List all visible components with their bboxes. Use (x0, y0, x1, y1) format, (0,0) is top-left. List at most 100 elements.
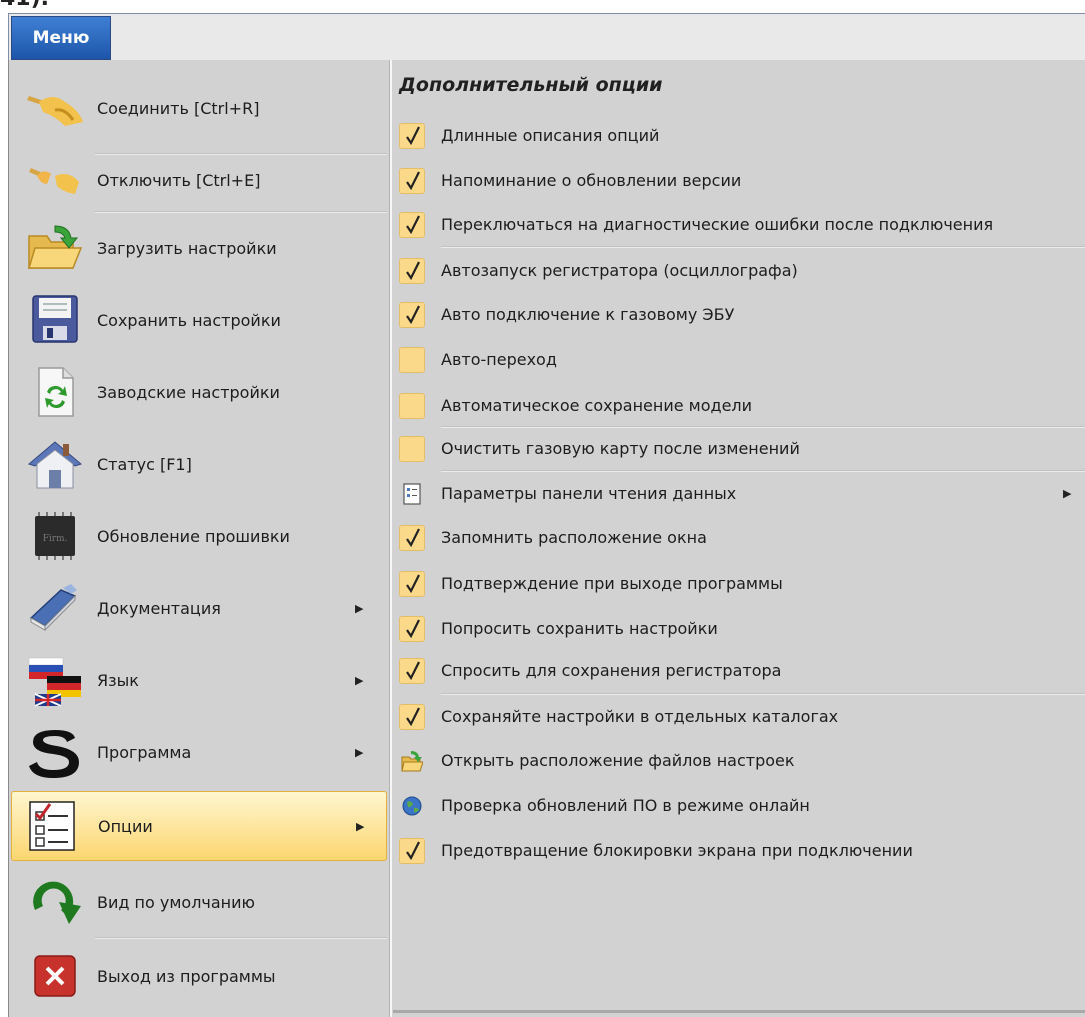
option-label: Автозапуск регистратора (осциллографа) (441, 261, 798, 280)
checkmark-icon (406, 707, 420, 727)
checkbox[interactable] (399, 436, 425, 462)
menu-item-label: Программа (97, 742, 192, 762)
menu-item-label: Заводские настройки (97, 382, 280, 402)
checkmark-icon (406, 619, 420, 639)
checkbox[interactable] (399, 168, 425, 194)
option-save-settings-separate-dirs[interactable]: Сохраняйте настройки в отдельных каталог… (399, 697, 1085, 737)
option-label: Проверка обновлений ПО в режиме онлайн (441, 796, 810, 815)
menu-item-load-settings[interactable]: Загрузить настройки (11, 212, 387, 284)
checkmark-icon (406, 126, 420, 146)
checkbox[interactable] (399, 571, 425, 597)
menu-item-label: Статус [F1] (97, 454, 192, 474)
checkmark-icon (406, 261, 420, 281)
globe-icon (402, 796, 422, 816)
menu-item-options[interactable]: Опции ▶ (11, 791, 387, 861)
svg-text:Firm.: Firm. (43, 534, 68, 544)
home-icon (27, 441, 83, 489)
option-auto-connect-gas-ecu[interactable]: Авто подключение к газовому ЭБУ (399, 295, 1085, 335)
checkbox[interactable] (399, 302, 425, 328)
option-auto-transition[interactable]: Авто-переход (399, 340, 1085, 380)
option-data-panel-params[interactable]: Параметры панели чтения данных ▶ (399, 474, 1085, 514)
floppy-disk-icon (32, 295, 78, 343)
checkbox[interactable] (399, 212, 425, 238)
menu-item-label: Сохранить настройки (97, 310, 281, 330)
option-label: Авто подключение к газовому ЭБУ (441, 305, 735, 324)
option-clear-gas-map[interactable]: Очистить газовую карту после изменений (399, 429, 1085, 469)
checkmark-icon (406, 215, 420, 235)
checkbox[interactable] (399, 123, 425, 149)
menu-item-default-view[interactable]: Вид по умолчанию (11, 866, 387, 938)
submenu-arrow-icon: ▶ (355, 601, 364, 615)
submenu-arrow-icon: ▶ (1063, 487, 1072, 500)
panel-divider (389, 60, 392, 1017)
menu-item-connect[interactable]: Соединить [Ctrl+R] (11, 72, 387, 144)
option-long-descriptions[interactable]: Длинные описания опций (399, 116, 1085, 156)
menu-tab[interactable]: Меню (11, 16, 111, 60)
options-submenu: Дополнительный опции Длинные описания оп… (393, 60, 1085, 1017)
book-icon (29, 584, 77, 632)
option-label: Автоматическое сохранение модели (441, 396, 753, 415)
option-label: Параметры панели чтения данных (441, 484, 737, 503)
menu-item-save-settings[interactable]: Сохранить настройки (11, 284, 387, 356)
page-text-fragment: 41). (0, 0, 49, 11)
submenu-arrow-icon: ▶ (355, 745, 364, 759)
option-label: Подтверждение при выходе программы (441, 574, 783, 593)
menu-item-documentation[interactable]: Документация ▶ (11, 572, 387, 644)
submenu-arrow-icon: ▶ (355, 673, 364, 687)
checkbox[interactable] (399, 258, 425, 284)
factory-reset-icon (38, 367, 74, 417)
option-label: Длинные описания опций (441, 126, 660, 145)
checkmark-icon (406, 661, 420, 681)
menu-item-firmware-update[interactable]: Firm. Обновление прошивки (11, 500, 387, 572)
checkbox[interactable] (399, 347, 425, 373)
checkmark-icon (406, 305, 420, 325)
checkbox[interactable] (399, 838, 425, 864)
menu-item-status[interactable]: Статус [F1] (11, 428, 387, 500)
main-menu-list: Соединить [Ctrl+R] Отключить [Ctrl+E] За… (9, 60, 389, 1017)
option-label: Открыть расположение файлов настроек (441, 751, 795, 770)
checkbox[interactable] (399, 525, 425, 551)
checkmark-icon (406, 841, 420, 861)
option-prevent-screen-lock[interactable]: Предотвращение блокировки экрана при под… (399, 831, 1085, 871)
connect-plug-icon (27, 96, 83, 126)
menu-item-exit[interactable]: Выход из программы (11, 940, 387, 1012)
checkmark-icon (406, 171, 420, 191)
menu-separator (95, 937, 387, 939)
menu-item-disconnect[interactable]: Отключить [Ctrl+E] (11, 144, 387, 216)
option-ask-save-settings[interactable]: Попросить сохранить настройки (399, 609, 1085, 649)
checkbox[interactable] (399, 616, 425, 642)
option-check-updates-online[interactable]: Проверка обновлений ПО в режиме онлайн (399, 786, 1085, 826)
menu-item-program[interactable]: Программа ▶ (11, 716, 387, 788)
checkbox[interactable] (399, 658, 425, 684)
disconnect-plug-icon (29, 168, 79, 194)
menu-item-language[interactable]: Язык ▶ (11, 644, 387, 716)
option-label: Переключаться на диагностические ошибки … (441, 215, 994, 234)
option-confirm-exit[interactable]: Подтверждение при выходе программы (399, 564, 1085, 604)
option-separator (441, 246, 1085, 248)
options-title: Дополнительный опции (399, 74, 663, 96)
option-separator (441, 426, 1085, 428)
firmware-chip-icon: Firm. (35, 512, 75, 560)
menu-item-label: Язык (97, 670, 139, 690)
folder-arrow-icon (401, 751, 423, 772)
option-update-reminder[interactable]: Напоминание о обновлении версии (399, 161, 1085, 201)
menu-item-label: Вид по умолчанию (97, 892, 255, 912)
checkbox[interactable] (399, 704, 425, 730)
option-label: Авто-переход (441, 350, 557, 369)
option-open-settings-location[interactable]: Открыть расположение файлов настроек (399, 741, 1085, 781)
checkmark-icon (406, 574, 420, 594)
menu-bar: Меню (8, 13, 1085, 60)
submenu-arrow-icon: ▶ (356, 819, 365, 833)
option-autostart-recorder[interactable]: Автозапуск регистратора (осциллографа) (399, 251, 1085, 291)
option-separator (441, 693, 1085, 695)
option-label: Попросить сохранить настройки (441, 619, 718, 638)
option-auto-save-model[interactable]: Автоматическое сохранение модели (399, 386, 1085, 426)
option-switch-to-diagnostics[interactable]: Переключаться на диагностические ошибки … (399, 205, 1085, 245)
option-remember-window-position[interactable]: Запомнить расположение окна (399, 518, 1085, 558)
menu-item-factory-settings[interactable]: Заводские настройки (11, 356, 387, 428)
checkbox[interactable] (399, 393, 425, 419)
option-label: Запомнить расположение окна (441, 528, 707, 547)
exit-x-icon (34, 955, 76, 997)
option-ask-save-recorder[interactable]: Спросить для сохранения регистратора (399, 651, 1085, 691)
menu-item-label: Опции (98, 816, 153, 836)
